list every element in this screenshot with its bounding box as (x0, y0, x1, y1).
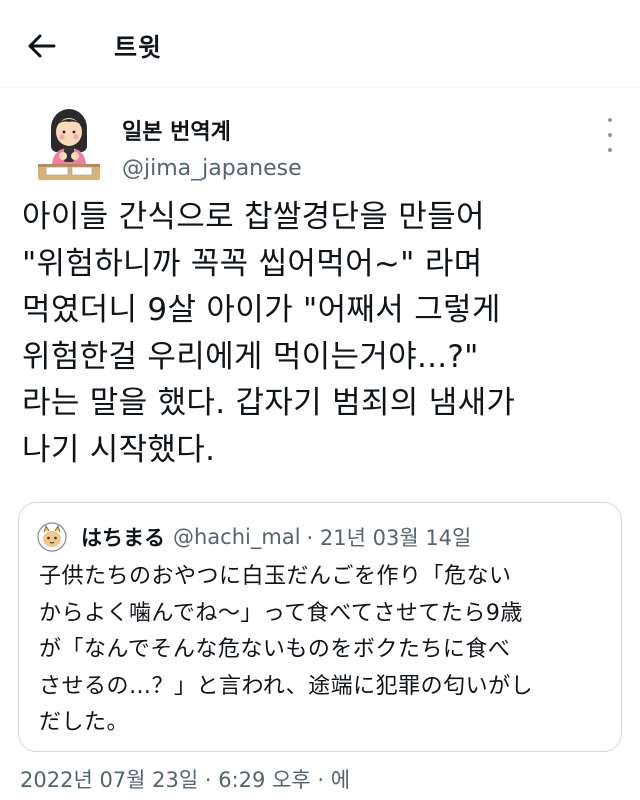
quoted-tweet-header: はちまる @hachi_mal · 21년 03월 14일 (37, 521, 471, 553)
more-dot-icon (608, 118, 612, 122)
author-name[interactable]: 일본 번역계 (122, 114, 231, 146)
quoted-avatar (37, 522, 67, 552)
tweet-timestamp[interactable]: 2022년 07월 23일 · 6:29 오후 · 에 (20, 764, 350, 794)
author-handle[interactable]: @jima_japanese (122, 156, 302, 181)
quoted-author-handle: @hachi_mal (173, 525, 301, 549)
tweet-text: 아이들 간식으로 찹쌀경단을 만들어 "위험하니까 꼭꼭 씹어먹어~" 라며 먹… (22, 199, 516, 468)
more-options-button[interactable] (600, 118, 620, 152)
more-dot-icon (608, 133, 612, 137)
quoted-tweet-text: 子供たちのおやつに白玉だんごを作り「危ない からよく噛んでね〜」って食べてさせて… (39, 564, 534, 735)
back-button[interactable] (22, 26, 62, 66)
more-dot-icon (608, 148, 612, 152)
quoted-tweet-date: · 21년 03월 14일 (306, 526, 472, 550)
top-bar: 트윗 (0, 0, 640, 88)
arrow-left-icon (28, 34, 56, 58)
page-title: 트윗 (114, 33, 163, 62)
tweet-author: 일본 번역계 @jima_japanese (30, 100, 620, 190)
avatar[interactable] (36, 104, 102, 186)
quoted-tweet[interactable]: はちまる @hachi_mal · 21년 03월 14일 子供たちのおやつに白… (18, 502, 622, 752)
quoted-author-name: はちまる (81, 526, 165, 550)
